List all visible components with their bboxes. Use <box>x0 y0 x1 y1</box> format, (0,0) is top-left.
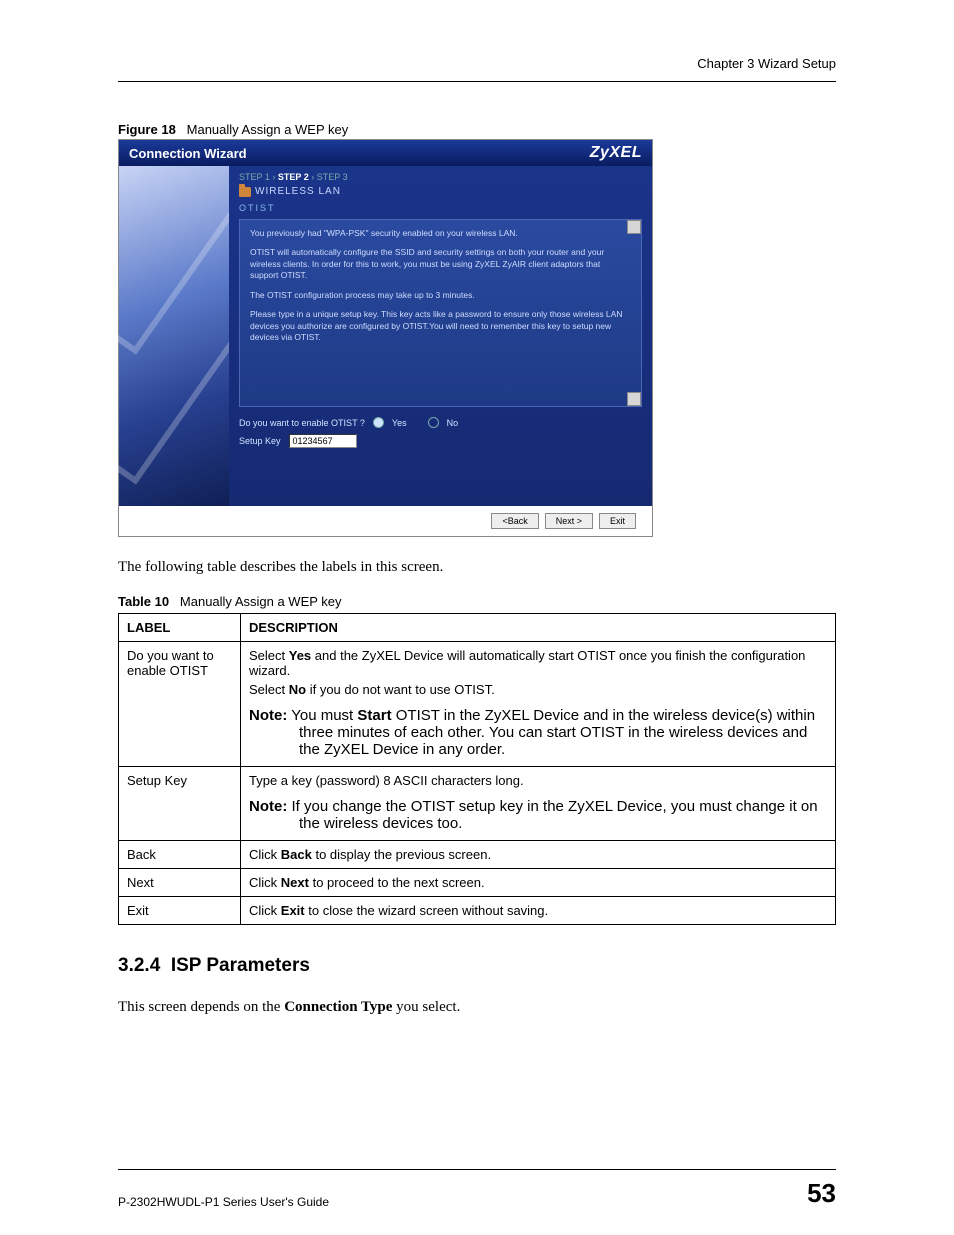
row-label: Exit <box>119 897 241 925</box>
table-row: Setup Key Type a key (password) 8 ASCII … <box>119 767 836 841</box>
row-label: Next <box>119 869 241 897</box>
brand-logo: ZyXEL <box>590 144 642 162</box>
text: if you do not want to use OTIST. <box>306 682 495 697</box>
step-1: STEP 1 <box>239 172 270 182</box>
setup-key-input[interactable]: 01234567 <box>289 434 357 448</box>
otist-info-pane: You previously had "WPA-PSK" security en… <box>239 219 642 407</box>
text-bold: Exit <box>281 903 305 918</box>
scroll-down-icon[interactable] <box>627 392 641 406</box>
text: This screen depends on the <box>118 999 284 1015</box>
row-label: Setup Key <box>119 767 241 841</box>
wizard-section-label: WIRELESS LAN <box>255 186 341 197</box>
setup-key-label: Setup Key <box>239 436 281 446</box>
section-number: 3.2.4 <box>118 955 160 976</box>
note-block: Note: If you change the OTIST setup key … <box>249 798 827 832</box>
setup-key-row: Setup Key 01234567 <box>239 434 642 448</box>
figure-caption: Figure 18 Manually Assign a WEP key <box>118 122 836 137</box>
otist-paragraph: OTIST will automatically configure the S… <box>250 247 623 281</box>
radio-yes-label: Yes <box>392 418 407 428</box>
folder-icon <box>239 187 251 197</box>
next-button[interactable]: Next > <box>545 513 593 529</box>
row-label: Do you want to enable OTIST <box>119 642 241 767</box>
text: You must <box>287 707 357 724</box>
wizard-screenshot: Connection Wizard ZyXEL STEP 1 › STEP 2 … <box>118 139 653 537</box>
otist-paragraph: The OTIST configuration process may take… <box>250 290 623 301</box>
text-bold: Yes <box>289 648 311 663</box>
text: to proceed to the next screen. <box>309 875 485 890</box>
figure-number: Figure 18 <box>118 122 176 137</box>
text-bold: Next <box>281 875 309 890</box>
intro-paragraph: The following table describes the labels… <box>118 559 836 576</box>
chapter-header: Chapter 3 Wizard Setup <box>118 56 836 82</box>
text: Select <box>249 682 289 697</box>
table-row: Exit Click Exit to close the wizard scre… <box>119 897 836 925</box>
step-arrow-icon: › <box>311 172 314 182</box>
row-description: Click Next to proceed to the next screen… <box>241 869 836 897</box>
note-block: Note: You must Start OTIST in the ZyXEL … <box>249 707 827 758</box>
radio-no[interactable] <box>428 417 439 428</box>
text: you select. <box>392 999 460 1015</box>
text: and the ZyXEL Device will automatically … <box>249 648 805 678</box>
text: to close the wizard screen without savin… <box>305 903 549 918</box>
text: Click <box>249 875 281 890</box>
wizard-subsection: OTIST <box>239 203 642 213</box>
wizard-titlebar: Connection Wizard ZyXEL <box>119 140 652 166</box>
table-row: Do you want to enable OTIST Select Yes a… <box>119 642 836 767</box>
table-row: Next Click Next to proceed to the next s… <box>119 869 836 897</box>
text: Type a key (password) 8 ASCII characters… <box>249 773 827 788</box>
text: Click <box>249 903 281 918</box>
text-bold: No <box>289 682 306 697</box>
text-bold: Connection Type <box>284 999 392 1015</box>
note-prefix: Note: <box>249 798 287 815</box>
otist-paragraph: Please type in a unique setup key. This … <box>250 309 623 343</box>
row-description: Type a key (password) 8 ASCII characters… <box>241 767 836 841</box>
row-label: Back <box>119 841 241 869</box>
guide-title: P-2302HWUDL-P1 Series User's Guide <box>118 1195 329 1209</box>
scroll-up-icon[interactable] <box>627 220 641 234</box>
radio-yes[interactable] <box>373 417 384 428</box>
note-prefix: Note: <box>249 707 287 724</box>
page-footer: P-2302HWUDL-P1 Series User's Guide 53 <box>118 1169 836 1209</box>
step-2: STEP 2 <box>278 172 309 182</box>
wizard-button-row: <Back Next > Exit <box>119 506 652 536</box>
table-title: Manually Assign a WEP key <box>180 594 342 609</box>
section-heading: 3.2.4 ISP Parameters <box>118 955 836 977</box>
otist-question: Do you want to enable OTIST ? <box>239 418 365 428</box>
page-number: 53 <box>807 1178 836 1209</box>
col-header-description: DESCRIPTION <box>241 614 836 642</box>
col-header-label: LABEL <box>119 614 241 642</box>
row-description: Click Back to display the previous scree… <box>241 841 836 869</box>
text: to display the previous screen. <box>312 847 491 862</box>
exit-button[interactable]: Exit <box>599 513 636 529</box>
chapter-label: Chapter 3 Wizard Setup <box>697 56 836 71</box>
table-row: Back Click Back to display the previous … <box>119 841 836 869</box>
section-body: This screen depends on the Connection Ty… <box>118 999 836 1016</box>
row-description: Select Yes and the ZyXEL Device will aut… <box>241 642 836 767</box>
step-breadcrumb: STEP 1 › STEP 2 › STEP 3 <box>239 172 642 182</box>
step-3: STEP 3 <box>317 172 348 182</box>
wizard-section-header: WIRELESS LAN <box>239 186 642 197</box>
figure-title: Manually Assign a WEP key <box>187 122 349 137</box>
table-number: Table 10 <box>118 594 169 609</box>
wizard-side-graphic <box>119 166 229 506</box>
text-bold: Back <box>281 847 312 862</box>
table-caption: Table 10 Manually Assign a WEP key <box>118 594 836 609</box>
text: Select <box>249 648 289 663</box>
row-description: Click Exit to close the wizard screen wi… <box>241 897 836 925</box>
otist-question-row: Do you want to enable OTIST ? Yes No <box>239 417 642 428</box>
section-title: ISP Parameters <box>171 955 310 976</box>
back-button[interactable]: <Back <box>491 513 538 529</box>
text: If you change the OTIST setup key in the… <box>287 798 817 832</box>
text-bold: Start <box>357 707 391 724</box>
table-header-row: LABEL DESCRIPTION <box>119 614 836 642</box>
text: Click <box>249 847 281 862</box>
step-arrow-icon: › <box>272 172 275 182</box>
radio-no-label: No <box>447 418 459 428</box>
description-table: LABEL DESCRIPTION Do you want to enable … <box>118 613 836 925</box>
otist-paragraph: You previously had "WPA-PSK" security en… <box>250 228 623 239</box>
